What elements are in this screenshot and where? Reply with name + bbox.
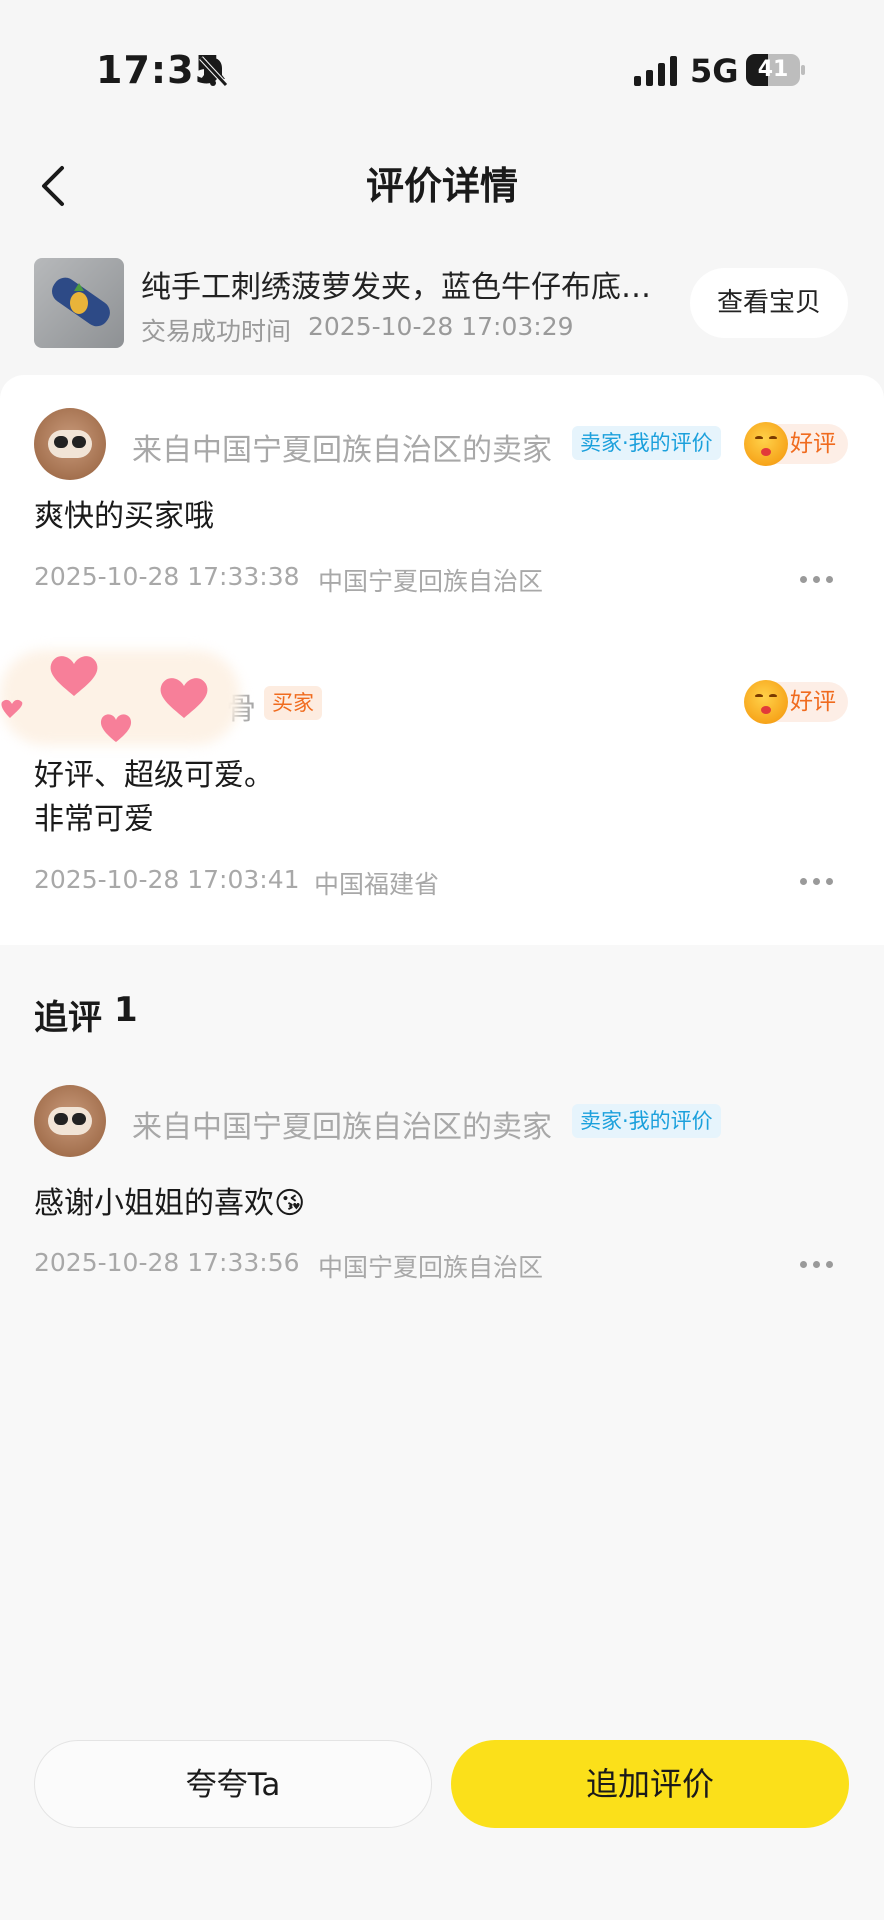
seller-tag: 卖家·我的评价	[572, 426, 721, 460]
review-time: 2025-10-28 17:33:38	[34, 562, 300, 591]
more-dots-icon[interactable]	[800, 876, 834, 886]
add-review-button[interactable]: 追加评价	[451, 1740, 849, 1828]
bell-slash-icon	[199, 56, 228, 87]
battery-icon: 41	[746, 54, 805, 86]
page-title: 评价详情	[365, 164, 518, 208]
rating-badge: 好评	[744, 422, 848, 466]
blushing-emoji-icon	[744, 680, 788, 724]
more-dots-icon[interactable]	[800, 574, 834, 584]
rating-badge: 好评	[744, 680, 848, 724]
reviewer-name: 来自中国宁夏回族自治区的卖家	[132, 433, 552, 468]
product-time-label: 交易成功时间	[141, 317, 292, 346]
review-text-line-1: 好评、超级可爱。	[34, 758, 274, 793]
battery-level: 41	[757, 57, 789, 82]
more-dots-icon[interactable]	[800, 1259, 834, 1269]
view-item-button[interactable]: 查看宝贝	[690, 268, 848, 338]
product-name[interactable]: 纯手工刺绣菠萝发夹，蓝色牛仔布底…	[141, 262, 671, 306]
buyer-tag: 买家	[264, 686, 322, 720]
followup-location: 中国宁夏回族自治区	[318, 1253, 544, 1282]
review-location: 中国福建省	[314, 870, 440, 899]
product-time-value: 2025-10-28 17:03:29	[308, 312, 574, 341]
followup-text: 感谢小姐姐的喜欢😘	[34, 1186, 306, 1221]
rating-label: 好评	[790, 431, 836, 457]
network-label: 5G	[690, 52, 739, 90]
avatar[interactable]	[34, 1085, 106, 1157]
review-time: 2025-10-28 17:03:41	[34, 865, 300, 894]
followup-count: 1	[114, 990, 138, 1030]
review-location: 中国宁夏回族自治区	[318, 567, 544, 596]
rating-label: 好评	[790, 689, 836, 715]
review-text: 爽快的买家哦	[34, 499, 214, 534]
hearts-sticker	[0, 640, 240, 750]
avatar[interactable]	[34, 408, 106, 480]
status-bar: 17:35 5G 41	[0, 0, 884, 140]
blushing-emoji-icon	[744, 422, 788, 466]
followup-title: 追评	[34, 998, 102, 1038]
seller-tag: 卖家·我的评价	[572, 1104, 721, 1138]
product-thumbnail[interactable]	[34, 258, 124, 348]
reviewer-name: 来自中国宁夏回族自治区的卖家	[132, 1110, 552, 1145]
followup-time: 2025-10-28 17:33:56	[34, 1248, 300, 1277]
signal-icon	[634, 56, 677, 86]
review-text-line-2: 非常可爱	[34, 802, 154, 837]
praise-button[interactable]: 夸夸Ta	[34, 1740, 432, 1828]
